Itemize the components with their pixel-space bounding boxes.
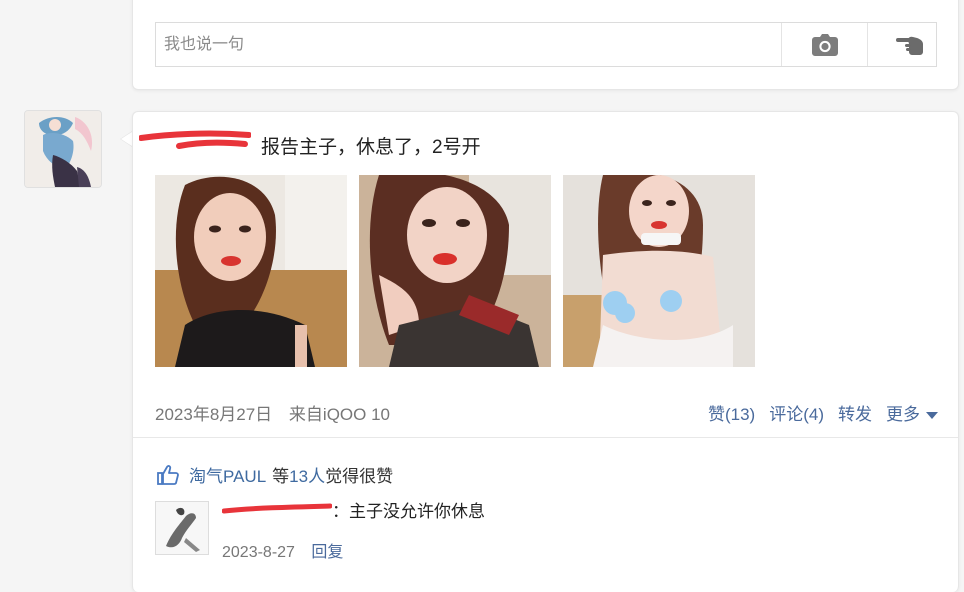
redacted-commenter-name[interactable]: [221, 497, 333, 522]
repost-button[interactable]: 转发: [838, 400, 872, 425]
reply-button[interactable]: 回复: [311, 544, 343, 561]
avatar-illustration: [25, 111, 101, 187]
liker-name[interactable]: 淘气PAUL: [189, 462, 266, 487]
comment-input[interactable]: [156, 23, 782, 66]
post-photo-1[interactable]: [155, 175, 347, 367]
like-button[interactable]: 赞(13): [708, 400, 755, 425]
redaction-mark: [138, 130, 252, 149]
hand-pointer-icon: [895, 36, 923, 55]
comment-text: ：主子没允许你休息: [332, 502, 485, 521]
composer-card: [132, 0, 959, 90]
author-avatar[interactable]: [24, 110, 102, 188]
post-date: 2023年8月27日: [155, 405, 273, 424]
likes-count[interactable]: 13人: [289, 462, 325, 487]
chevron-down-icon: [926, 412, 938, 420]
thumbs-up-icon: [157, 464, 179, 485]
likes-summary: 淘气PAUL 等 13人 觉得很赞: [157, 462, 393, 487]
poke-button[interactable]: [868, 23, 953, 66]
post-photo-2[interactable]: [359, 175, 551, 367]
post-photo-3[interactable]: [563, 175, 755, 367]
commenter-avatar[interactable]: [155, 501, 209, 555]
post-card: 报告主子，休息了，2号开 2023年8月27日 来自iQOO 10 赞(13) …: [132, 111, 959, 592]
comment-box: [155, 22, 937, 67]
more-label: 更多: [886, 405, 920, 424]
redacted-author-name[interactable]: [138, 130, 252, 160]
post-text: 报告主子，休息了，2号开: [261, 136, 481, 158]
camera-icon: [811, 33, 838, 56]
comment-date: 2023-8-27: [222, 544, 295, 561]
photo-grid: [155, 175, 755, 367]
likes-mid: 等: [272, 467, 290, 486]
camera-button[interactable]: [782, 23, 868, 66]
divider: [133, 437, 958, 438]
post-meta: 2023年8月27日 来自iQOO 10 赞(13) 评论(4) 转发 更多: [155, 400, 938, 424]
post-source[interactable]: 来自iQOO 10: [289, 405, 390, 424]
post-header: 报告主子，休息了，2号开: [138, 130, 481, 160]
post-bubble-pointer: [120, 131, 132, 147]
more-button[interactable]: 更多: [886, 400, 938, 425]
likes-suffix: 觉得很赞: [325, 467, 394, 486]
redaction-mark: [221, 503, 333, 514]
comment-button[interactable]: 评论(4): [769, 400, 824, 425]
